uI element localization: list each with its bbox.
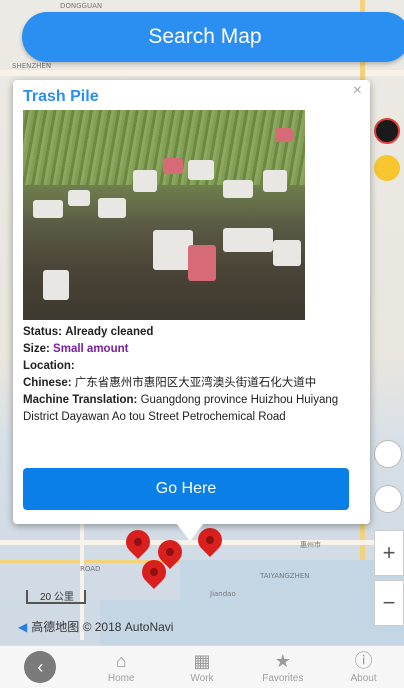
nav-favorites[interactable]: ★ Favorites xyxy=(242,651,323,684)
size-value: Small amount xyxy=(53,343,129,355)
translation-label: Machine Translation: xyxy=(23,394,138,406)
nav-home[interactable]: ⌂ Home xyxy=(81,651,162,684)
navigation-arrow-icon: ◀ xyxy=(18,619,28,634)
popup-details: Status: Already cleaned Size: Small amou… xyxy=(23,324,360,426)
location-row: Location: xyxy=(23,358,360,375)
chinese-row: Chinese: 广东省惠州市惠阳区大亚湾澳头街道石化大道中 xyxy=(23,375,360,392)
info-icon: ⓘ xyxy=(354,650,373,671)
map-marker[interactable] xyxy=(121,525,155,559)
nav-favorites-label: Favorites xyxy=(262,672,304,684)
popup-title: Trash Pile xyxy=(23,88,99,105)
attribution-text: 高德地图 © 2018 AutoNavi xyxy=(31,620,174,634)
nav-about[interactable]: ⓘ About xyxy=(323,651,404,684)
go-here-button[interactable]: Go Here xyxy=(23,468,349,510)
scale-label: 20 公里 xyxy=(40,592,74,603)
star-icon: ★ xyxy=(274,650,291,671)
chinese-address: 广东省惠州市惠阳区大亚湾澳头街道石化大道中 xyxy=(74,377,317,389)
building-icon: ▦ xyxy=(193,650,211,671)
nav-work[interactable]: ▦ Work xyxy=(162,651,243,684)
search-map-button[interactable]: Search Map xyxy=(22,12,404,62)
nav-work-label: Work xyxy=(190,672,214,684)
bottom-nav: ‹ ⌂ Home ▦ Work ★ Favorites ⓘ About xyxy=(0,645,404,688)
status-row: Status: Already cleaned xyxy=(23,324,360,341)
nav-home-label: Home xyxy=(107,672,135,684)
marker-popup: × Trash Pile Status: Already cleaned Siz… xyxy=(13,80,370,524)
zoom-out-button[interactable]: − xyxy=(374,580,404,626)
size-row: Size: Small amount xyxy=(23,341,360,358)
popup-pointer xyxy=(176,523,204,541)
location-ring-icon[interactable] xyxy=(374,440,402,468)
nav-back[interactable]: ‹ xyxy=(0,651,81,683)
size-label: Size: xyxy=(23,343,50,355)
status-value: Already cleaned xyxy=(65,326,154,338)
chinese-label: Chinese: xyxy=(23,377,72,389)
map-badge-icon[interactable] xyxy=(374,118,400,144)
nav-about-label: About xyxy=(350,672,377,684)
status-label: Status: xyxy=(23,326,62,338)
translation-row: Machine Translation: Guangdong province … xyxy=(23,392,360,426)
zoom-in-button[interactable]: + xyxy=(374,530,404,576)
star-badge-icon[interactable] xyxy=(374,155,400,181)
close-icon[interactable]: × xyxy=(353,82,362,100)
home-icon: ⌂ xyxy=(115,650,127,671)
back-arrow-icon[interactable]: ‹ xyxy=(24,651,57,683)
map-attribution: ◀ 高德地图 © 2018 AutoNavi xyxy=(18,618,173,635)
trash-photo xyxy=(23,110,305,320)
my-location-icon[interactable] xyxy=(374,485,402,513)
location-label: Location: xyxy=(23,360,75,372)
